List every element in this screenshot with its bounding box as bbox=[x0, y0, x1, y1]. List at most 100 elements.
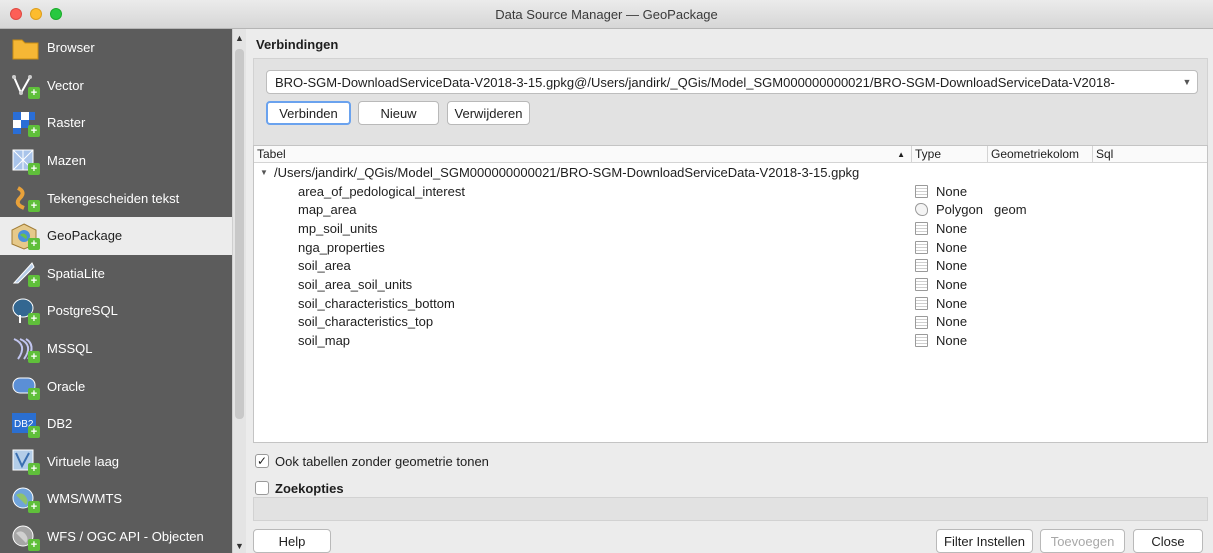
sidebar-item-spatialite[interactable]: + SpatiaLite bbox=[0, 255, 232, 293]
sidebar-item-browser[interactable]: Browser bbox=[0, 29, 232, 67]
mesh-icon: + bbox=[10, 147, 40, 175]
table-type: None bbox=[936, 295, 968, 311]
table-geometry-column: geom bbox=[994, 202, 1027, 218]
scrollbar-thumb[interactable] bbox=[235, 49, 244, 419]
scroll-down-icon[interactable]: ▼ bbox=[235, 541, 244, 551]
sidebar-item-vector[interactable]: + Vector bbox=[0, 67, 232, 105]
wfs-icon: + bbox=[10, 523, 40, 551]
sidebar-item-mssql[interactable]: + MSSQL bbox=[0, 330, 232, 368]
sidebar-item-label: PostgreSQL bbox=[47, 303, 118, 319]
sidebar-item-mesh[interactable]: + Mazen bbox=[0, 142, 232, 180]
search-options-panel bbox=[253, 497, 1208, 521]
source-sidebar: Browser + Vector + Raster + Mazen + Teke… bbox=[0, 29, 232, 553]
delimited-text-icon: + bbox=[10, 184, 40, 213]
scroll-up-icon[interactable]: ▲ bbox=[235, 33, 244, 43]
sidebar-item-delimited-text[interactable]: + Tekengescheiden tekst bbox=[0, 179, 232, 217]
table-row[interactable]: nga_properties None bbox=[254, 238, 1207, 257]
table-name: soil_area bbox=[298, 258, 351, 274]
maximize-window-button[interactable] bbox=[50, 8, 62, 20]
column-header-geometry[interactable]: Geometriekolom bbox=[988, 146, 1093, 162]
table-name: soil_map bbox=[298, 333, 351, 349]
filter-settings-button[interactable]: Filter Instellen bbox=[936, 529, 1033, 553]
db2-icon: DB2 + bbox=[10, 410, 40, 438]
sidebar-item-wfs[interactable]: + WFS / OGC API - Objecten bbox=[0, 518, 232, 553]
table-type: None bbox=[936, 276, 968, 292]
chevron-down-icon: ▼ bbox=[1182, 77, 1192, 87]
gpkg-path: /Users/jandirk/_QGis/Model_SGM0000000000… bbox=[274, 164, 860, 180]
window-title: Data Source Manager — GeoPackage bbox=[495, 6, 718, 22]
table-row[interactable]: area_of_pedological_interest None bbox=[254, 182, 1207, 201]
new-connection-button[interactable]: Nieuw bbox=[358, 101, 439, 125]
close-button[interactable]: Close bbox=[1133, 529, 1203, 553]
sidebar-item-postgresql[interactable]: + PostgreSQL bbox=[0, 292, 232, 330]
table-type: None bbox=[936, 333, 968, 349]
remove-connection-button[interactable]: Verwijderen bbox=[447, 101, 530, 125]
column-header-sql[interactable]: Sql bbox=[1093, 146, 1203, 162]
sidebar-item-virtual-layer[interactable]: + Virtuele laag bbox=[0, 443, 232, 481]
window-controls bbox=[10, 8, 62, 20]
raster-icon: + bbox=[10, 109, 40, 137]
table-row[interactable]: soil_characteristics_top None bbox=[254, 313, 1207, 332]
tables-tree[interactable]: Tabel ▲ Type Geometriekolom Sql ▼ /Users… bbox=[253, 145, 1208, 443]
sidebar-item-label: WMS/WMTS bbox=[47, 491, 123, 507]
table-type: None bbox=[936, 220, 968, 236]
sidebar-item-label: Oracle bbox=[47, 378, 86, 394]
sidebar-item-label: WFS / OGC API - Objecten bbox=[47, 529, 204, 545]
sidebar-item-label: Browser bbox=[47, 40, 95, 56]
sidebar-item-label: DB2 bbox=[47, 416, 73, 432]
column-header-type[interactable]: Type bbox=[912, 146, 988, 162]
table-name: area_of_pedological_interest bbox=[298, 183, 465, 199]
table-row[interactable]: soil_area_soil_units None bbox=[254, 275, 1207, 294]
connections-heading: Verbindingen bbox=[256, 37, 339, 52]
table-icon bbox=[915, 334, 928, 348]
sidebar-item-raster[interactable]: + Raster bbox=[0, 104, 232, 142]
table-icon bbox=[915, 222, 928, 236]
minimize-window-button[interactable] bbox=[30, 8, 42, 20]
connect-button[interactable]: Verbinden bbox=[266, 101, 351, 125]
table-type: None bbox=[936, 258, 968, 274]
wms-icon: + bbox=[10, 485, 40, 513]
close-window-button[interactable] bbox=[10, 8, 22, 20]
search-options-checkbox[interactable] bbox=[255, 481, 269, 495]
table-type: None bbox=[936, 314, 968, 330]
table-row[interactable]: map_area Polygon geom bbox=[254, 200, 1207, 219]
sidebar-item-oracle[interactable]: + Oracle bbox=[0, 367, 232, 405]
virtual-layer-icon: + bbox=[10, 447, 40, 476]
column-header-label: Geometriekolom bbox=[991, 147, 1080, 161]
sidebar-item-label: Virtuele laag bbox=[47, 453, 120, 469]
sidebar-item-label: Raster bbox=[47, 115, 86, 131]
table-row[interactable]: mp_soil_units None bbox=[254, 219, 1207, 238]
column-header-table[interactable]: Tabel ▲ bbox=[254, 146, 912, 162]
sidebar-item-db2[interactable]: DB2 + DB2 bbox=[0, 405, 232, 443]
title-bar: Data Source Manager — GeoPackage bbox=[0, 0, 1213, 29]
add-button[interactable]: Toevoegen bbox=[1040, 529, 1125, 553]
sidebar-item-wms-wmts[interactable]: + WMS/WMTS bbox=[0, 480, 232, 518]
connection-select-value: BRO-SGM-DownloadServiceData-V2018-3-15.g… bbox=[275, 74, 1115, 90]
vector-icon: + bbox=[10, 71, 40, 100]
mssql-icon: + bbox=[10, 335, 40, 363]
sidebar-item-label: Mazen bbox=[47, 153, 87, 169]
sidebar-item-geopackage[interactable]: + GeoPackage bbox=[0, 216, 232, 255]
disclosure-open-icon[interactable]: ▼ bbox=[260, 168, 268, 177]
column-header-label: Sql bbox=[1096, 147, 1114, 161]
table-icon bbox=[915, 315, 928, 329]
table-icon bbox=[915, 240, 928, 254]
sort-ascending-icon: ▲ bbox=[897, 149, 905, 159]
show-no-geometry-checkbox[interactable]: ✓ bbox=[255, 454, 269, 468]
sidebar-item-label: SpatiaLite bbox=[47, 265, 105, 281]
table-type: None bbox=[936, 183, 968, 199]
table-row[interactable]: soil_area None bbox=[254, 256, 1207, 275]
table-row[interactable]: soil_characteristics_bottom None bbox=[254, 294, 1207, 313]
tree-root-row[interactable]: ▼ /Users/jandirk/_QGis/Model_SGM00000000… bbox=[254, 163, 1207, 182]
sidebar-item-label: GeoPackage bbox=[47, 228, 123, 244]
column-header-label: Tabel bbox=[257, 147, 286, 161]
table-row[interactable]: soil_map None bbox=[254, 331, 1207, 350]
table-icon bbox=[915, 296, 928, 310]
connection-select[interactable]: BRO-SGM-DownloadServiceData-V2018-3-15.g… bbox=[266, 70, 1198, 94]
sidebar-item-label: Vector bbox=[47, 77, 84, 93]
help-button[interactable]: Help bbox=[253, 529, 331, 553]
oracle-icon: + bbox=[10, 372, 40, 401]
sidebar-scrollbar[interactable]: ▲ ▼ bbox=[232, 29, 246, 553]
sidebar-item-label: MSSQL bbox=[47, 341, 93, 357]
table-name: soil_characteristics_bottom bbox=[298, 295, 455, 311]
